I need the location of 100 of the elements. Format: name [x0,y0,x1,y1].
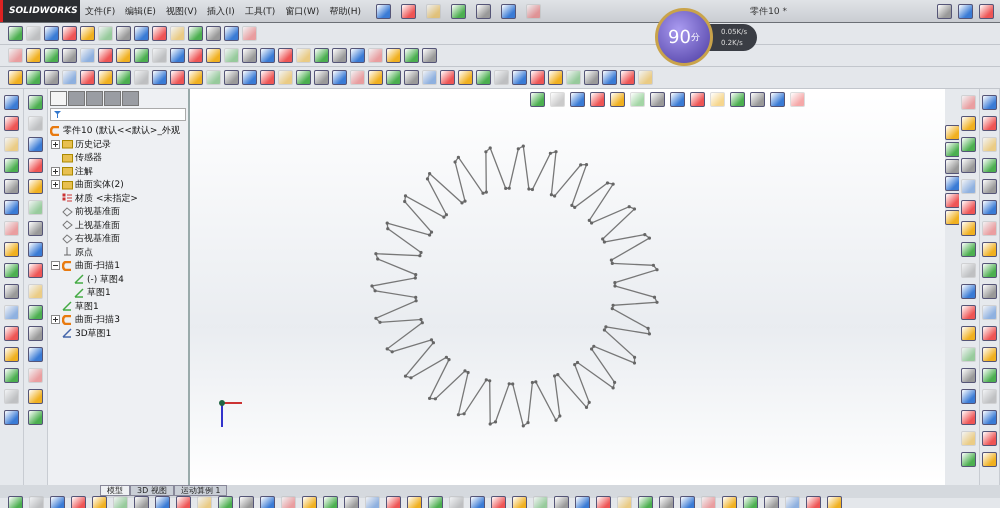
tree-item[interactable]: 草图1 [75,300,99,313]
tool-icon[interactable] [610,92,625,107]
tool-icon[interactable] [368,70,383,85]
tree-item[interactable]: (-) 草图4 [87,272,124,286]
tool-icon[interactable] [961,368,976,383]
tool-icon[interactable] [982,95,997,110]
tool-icon[interactable] [242,48,257,63]
tool-icon[interactable] [314,70,329,85]
tool-icon[interactable] [332,48,347,63]
tool-icon[interactable] [4,263,19,278]
tool-icon[interactable] [620,70,635,85]
menu-item[interactable]: 窗口(W) [280,4,324,18]
tree-item[interactable]: 注解 [75,164,93,178]
view-tab[interactable]: 运动算例 1 [174,485,228,496]
tool-icon[interactable] [152,26,167,41]
tool-icon[interactable] [827,496,842,508]
tool-icon[interactable] [554,496,569,508]
tree-item[interactable]: 右视基准面 [75,232,120,246]
tool-icon[interactable] [28,95,43,110]
tool-icon[interactable] [806,496,821,508]
tool-icon[interactable] [961,326,976,341]
tool-icon[interactable] [422,48,437,63]
tool-icon[interactable] [28,263,43,278]
tool-icon[interactable] [134,48,149,63]
menu-item[interactable]: 帮助(H) [324,4,366,18]
tool-icon[interactable] [659,496,674,508]
tool-icon[interactable] [134,26,149,41]
tool-icon[interactable] [386,48,401,63]
panel-tab[interactable] [50,91,67,106]
tool-icon[interactable] [134,496,149,508]
tool-icon[interactable] [476,4,492,18]
window-control-icon[interactable] [979,4,994,18]
tool-icon[interactable] [260,496,275,508]
task-pane-tab[interactable] [945,125,960,140]
tree-item[interactable]: 草图1 [87,286,111,300]
tool-icon[interactable] [386,496,401,508]
tool-icon[interactable] [44,48,59,63]
tool-icon[interactable] [501,4,516,18]
tool-icon[interactable] [224,26,239,41]
tool-icon[interactable] [26,70,41,85]
tool-icon[interactable] [28,347,43,362]
tool-icon[interactable] [4,368,19,383]
tool-icon[interactable] [530,92,545,107]
tool-icon[interactable] [206,26,221,41]
tool-icon[interactable] [961,410,976,425]
tree-item[interactable]: 3D草图1 [75,326,112,340]
tool-icon[interactable] [28,305,43,320]
tool-icon[interactable] [332,70,347,85]
tool-icon[interactable] [4,347,19,362]
tool-icon[interactable] [116,26,131,41]
tool-icon[interactable] [770,92,785,107]
view-tab[interactable]: 模型 [100,485,130,496]
tool-icon[interactable] [512,496,527,508]
tool-icon[interactable] [476,70,491,85]
tool-icon[interactable] [690,92,705,107]
tool-icon[interactable] [722,496,737,508]
task-pane-tab[interactable] [945,142,960,157]
expand-toggle[interactable] [51,140,60,149]
tool-icon[interactable] [961,158,976,173]
tool-icon[interactable] [590,92,605,107]
task-pane-tab[interactable] [945,193,960,208]
tool-icon[interactable] [314,48,329,63]
tool-icon[interactable] [176,496,191,508]
tool-icon[interactable] [155,496,170,508]
tool-icon[interactable] [961,305,976,320]
tool-icon[interactable] [584,70,599,85]
tool-icon[interactable] [548,70,563,85]
tool-icon[interactable] [982,158,997,173]
tool-icon[interactable] [530,70,545,85]
tool-icon[interactable] [961,389,976,404]
tool-icon[interactable] [982,200,997,215]
tool-icon[interactable] [4,284,19,299]
view-tab[interactable]: 3D 视图 [130,485,174,496]
tool-icon[interactable] [4,116,19,131]
tool-icon[interactable] [570,92,585,107]
tool-icon[interactable] [170,48,185,63]
task-pane-tab[interactable] [945,159,960,174]
tool-icon[interactable] [743,496,758,508]
tool-icon[interactable] [344,496,359,508]
tool-icon[interactable] [982,326,997,341]
tool-icon[interactable] [428,496,443,508]
tool-icon[interactable] [961,116,976,131]
tool-icon[interactable] [602,70,617,85]
tool-icon[interactable] [116,48,131,63]
tree-root[interactable]: 零件10 (默认<<默认>_外观 [63,124,180,138]
tool-icon[interactable] [188,48,203,63]
tool-icon[interactable] [260,70,275,85]
tool-icon[interactable] [4,326,19,341]
tool-icon[interactable] [8,26,23,41]
tool-icon[interactable] [4,410,19,425]
tool-icon[interactable] [386,70,401,85]
tool-icon[interactable] [242,70,257,85]
expand-toggle[interactable] [51,180,60,190]
tool-icon[interactable] [206,48,221,63]
tool-icon[interactable] [28,137,43,152]
tool-icon[interactable] [401,4,416,18]
tree-item[interactable]: 曲面实体(2) [75,178,124,192]
tool-icon[interactable] [4,242,19,257]
tool-icon[interactable] [4,95,19,110]
tool-icon[interactable] [50,496,65,508]
